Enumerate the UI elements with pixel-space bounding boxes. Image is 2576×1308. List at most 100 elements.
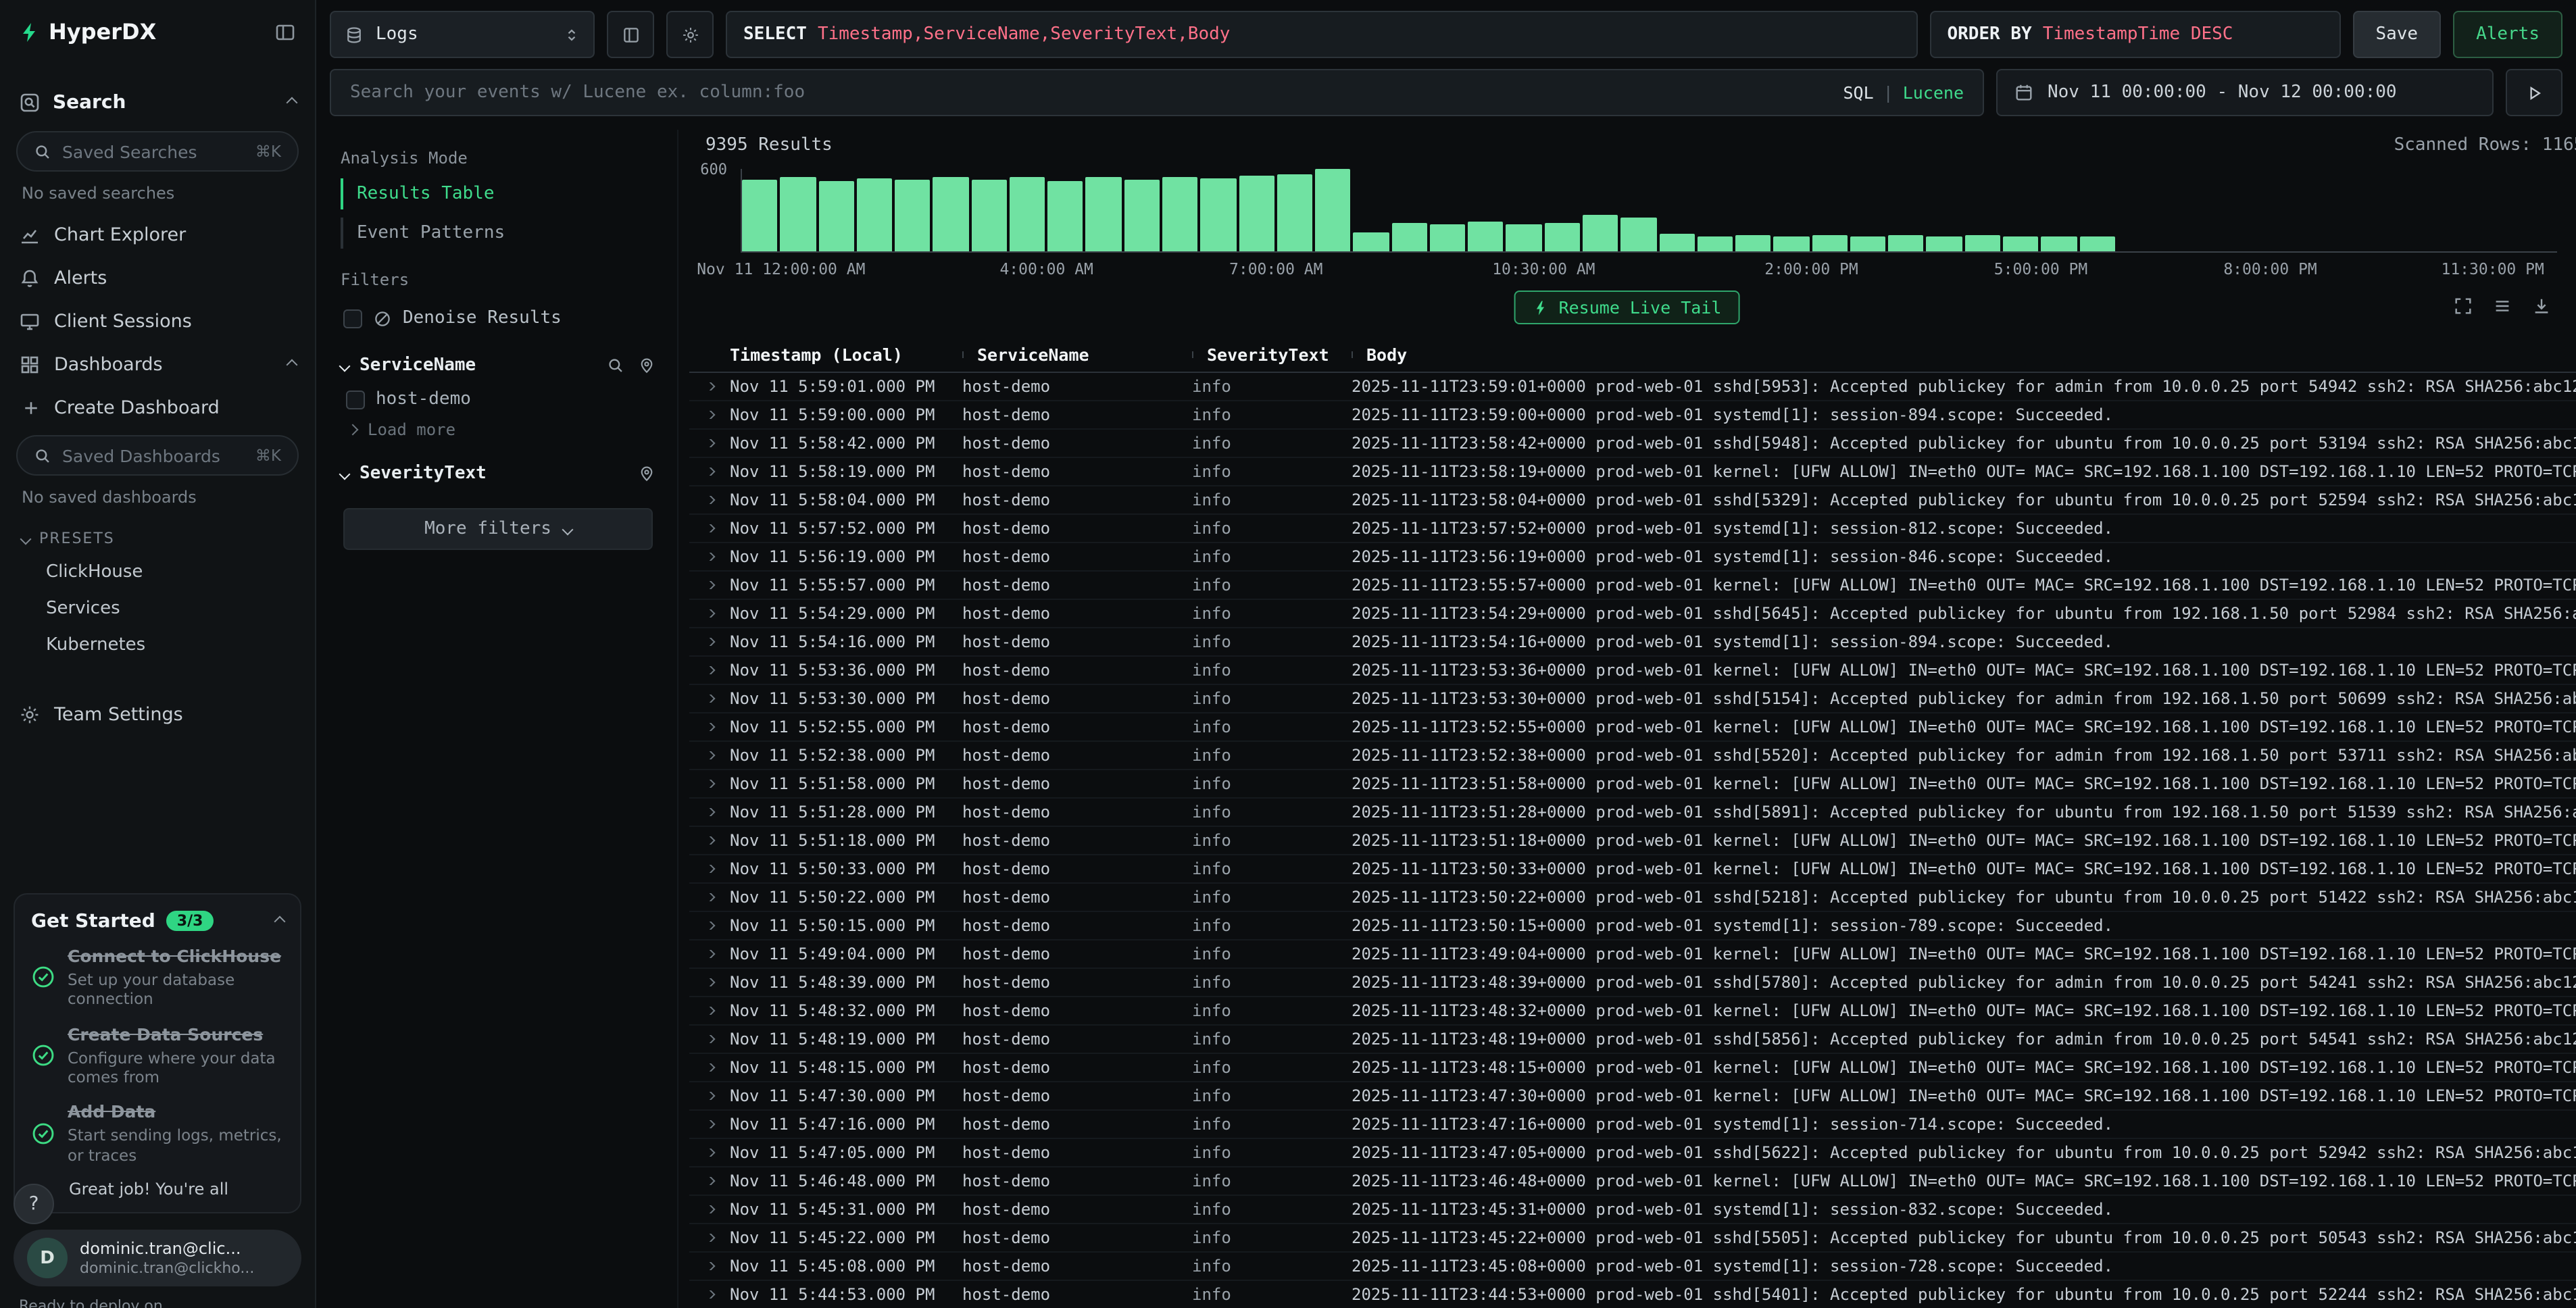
pin-icon[interactable] — [638, 465, 655, 482]
expand-row-icon[interactable] — [704, 1234, 716, 1242]
log-row[interactable]: Nov 11 5:45:08.000 PM host-demo info 202… — [689, 1253, 2576, 1281]
expand-row-icon[interactable] — [704, 893, 716, 901]
histogram-plot[interactable] — [741, 169, 2557, 253]
pin-icon[interactable] — [638, 357, 655, 374]
chevron-up-icon[interactable] — [274, 915, 286, 927]
expand-row-icon[interactable] — [704, 553, 716, 561]
expand-row-icon[interactable] — [704, 1007, 716, 1015]
preset-kubernetes[interactable]: Kubernetes — [0, 627, 315, 663]
histogram-bar[interactable] — [1468, 222, 1504, 251]
expand-row-icon[interactable] — [704, 780, 716, 788]
sidebar-item-chart-explorer[interactable]: Chart Explorer — [0, 213, 315, 257]
histogram-bar[interactable] — [1965, 235, 2001, 251]
log-row[interactable]: Nov 11 5:56:19.000 PM host-demo info 202… — [689, 543, 2576, 572]
histogram-bar[interactable] — [933, 176, 969, 251]
expand-row-icon[interactable] — [704, 411, 716, 419]
sidebar-item-client-sessions[interactable]: Client Sessions — [0, 300, 315, 343]
row-settings-icon[interactable] — [2492, 296, 2512, 316]
facet-servicename[interactable]: ServiceName — [341, 355, 655, 376]
log-row[interactable]: Nov 11 5:53:36.000 PM host-demo info 202… — [689, 657, 2576, 685]
log-row[interactable]: Nov 11 5:47:30.000 PM host-demo info 202… — [689, 1082, 2576, 1111]
histogram-bar[interactable] — [1927, 236, 1962, 251]
log-row[interactable]: Nov 11 5:47:05.000 PM host-demo info 202… — [689, 1139, 2576, 1167]
histogram-bar[interactable] — [1239, 176, 1274, 251]
download-icon[interactable] — [2531, 296, 2552, 316]
expand-row-icon[interactable] — [704, 1262, 716, 1270]
histogram-bar[interactable] — [1047, 180, 1083, 251]
histogram-bar[interactable] — [1430, 224, 1466, 251]
saved-dashboards-input[interactable]: Saved Dashboards ⌘K — [16, 435, 299, 476]
preset-clickhouse[interactable]: ClickHouse — [0, 554, 315, 590]
expand-row-icon[interactable] — [704, 1120, 716, 1128]
expand-row-icon[interactable] — [704, 638, 716, 646]
expand-row-icon[interactable] — [704, 666, 716, 674]
histogram-bar[interactable] — [895, 179, 931, 251]
histogram-bar[interactable] — [1277, 174, 1313, 251]
log-row[interactable]: Nov 11 5:50:22.000 PM host-demo info 202… — [689, 884, 2576, 912]
language-toggle-sql[interactable]: SQL — [1843, 82, 1873, 103]
histogram-bar[interactable] — [1544, 222, 1580, 251]
expand-row-icon[interactable] — [704, 751, 716, 759]
source-settings-button[interactable] — [666, 11, 714, 58]
log-row[interactable]: Nov 11 5:50:15.000 PM host-demo info 202… — [689, 912, 2576, 940]
histogram-bar[interactable] — [781, 177, 816, 251]
histogram-bar[interactable] — [1812, 235, 1848, 251]
date-range-picker[interactable]: Nov 11 00:00:00 - Nov 12 00:00:00 — [1996, 69, 2494, 116]
histogram-bar[interactable] — [2003, 236, 2039, 251]
facet-search-icon[interactable] — [607, 357, 624, 374]
expand-row-icon[interactable] — [704, 950, 716, 958]
save-button[interactable]: Save — [2352, 11, 2441, 58]
log-row[interactable]: Nov 11 5:48:19.000 PM host-demo info 202… — [689, 1026, 2576, 1054]
log-row[interactable]: Nov 11 5:44:53.000 PM host-demo info 202… — [689, 1281, 2576, 1308]
histogram-bar[interactable] — [1506, 224, 1542, 251]
presets-header[interactable]: PRESETS — [0, 518, 315, 554]
histogram-bar[interactable] — [1354, 233, 1389, 251]
histogram-bar[interactable] — [1086, 176, 1122, 251]
get-started-step[interactable]: Connect to ClickHouse Set up your databa… — [31, 946, 284, 1009]
histogram-bar[interactable] — [1659, 234, 1695, 251]
histogram-bar[interactable] — [1162, 177, 1198, 251]
run-query-button[interactable] — [2506, 69, 2562, 116]
expand-row-icon[interactable] — [704, 468, 716, 476]
column-header-servicename[interactable]: ServiceName — [962, 344, 1192, 364]
sidebar-section-search[interactable]: Search — [0, 80, 315, 126]
help-button[interactable]: ? — [14, 1184, 54, 1224]
histogram-bar[interactable] — [1850, 236, 1886, 251]
source-select[interactable]: Logs — [330, 11, 595, 58]
column-header-severitytext[interactable]: SeverityText — [1192, 344, 1352, 364]
histogram-bar[interactable] — [818, 180, 854, 251]
collapse-sidebar-icon[interactable] — [274, 21, 296, 43]
get-started-step[interactable]: Create Data Sources Configure where your… — [31, 1024, 284, 1087]
expand-row-icon[interactable] — [704, 922, 716, 930]
log-row[interactable]: Nov 11 5:51:58.000 PM host-demo info 202… — [689, 770, 2576, 799]
expand-row-icon[interactable] — [704, 978, 716, 986]
log-row[interactable]: Nov 11 5:50:33.000 PM host-demo info 202… — [689, 855, 2576, 884]
sidebar-item-dashboards[interactable]: Dashboards — [0, 343, 315, 386]
log-row[interactable]: Nov 11 5:45:22.000 PM host-demo info 202… — [689, 1224, 2576, 1253]
load-more-button[interactable]: Load more — [341, 415, 655, 445]
histogram-bar[interactable] — [1315, 169, 1351, 251]
expand-row-icon[interactable] — [704, 609, 716, 618]
log-row[interactable]: Nov 11 5:58:19.000 PM host-demo info 202… — [689, 458, 2576, 486]
expand-row-icon[interactable] — [704, 524, 716, 532]
histogram-bar[interactable] — [857, 178, 893, 251]
expand-row-icon[interactable] — [704, 1177, 716, 1185]
preset-services[interactable]: Services — [0, 590, 315, 627]
expand-row-icon[interactable] — [704, 496, 716, 504]
log-row[interactable]: Nov 11 5:55:57.000 PM host-demo info 202… — [689, 572, 2576, 600]
expand-row-icon[interactable] — [704, 1205, 716, 1213]
log-row[interactable]: Nov 11 5:53:30.000 PM host-demo info 202… — [689, 685, 2576, 713]
expand-row-icon[interactable] — [704, 439, 716, 447]
log-row[interactable]: Nov 11 5:48:39.000 PM host-demo info 202… — [689, 969, 2576, 997]
expand-row-icon[interactable] — [704, 382, 716, 391]
order-by-input[interactable]: ORDER BY TimestampTime DESC — [1929, 11, 2340, 58]
log-row[interactable]: Nov 11 5:57:52.000 PM host-demo info 202… — [689, 515, 2576, 543]
log-row[interactable]: Nov 11 5:46:48.000 PM host-demo info 202… — [689, 1167, 2576, 1196]
sidebar-item-team-settings[interactable]: Team Settings — [0, 693, 315, 736]
histogram-bar[interactable] — [1888, 236, 1924, 251]
log-row[interactable]: Nov 11 5:54:16.000 PM host-demo info 202… — [689, 628, 2576, 657]
expand-row-icon[interactable] — [704, 808, 716, 816]
sidebar-item-alerts[interactable]: Alerts — [0, 257, 315, 300]
facet-severitytext[interactable]: SeverityText — [341, 463, 655, 484]
mode-event-patterns[interactable]: Event Patterns — [341, 218, 655, 249]
